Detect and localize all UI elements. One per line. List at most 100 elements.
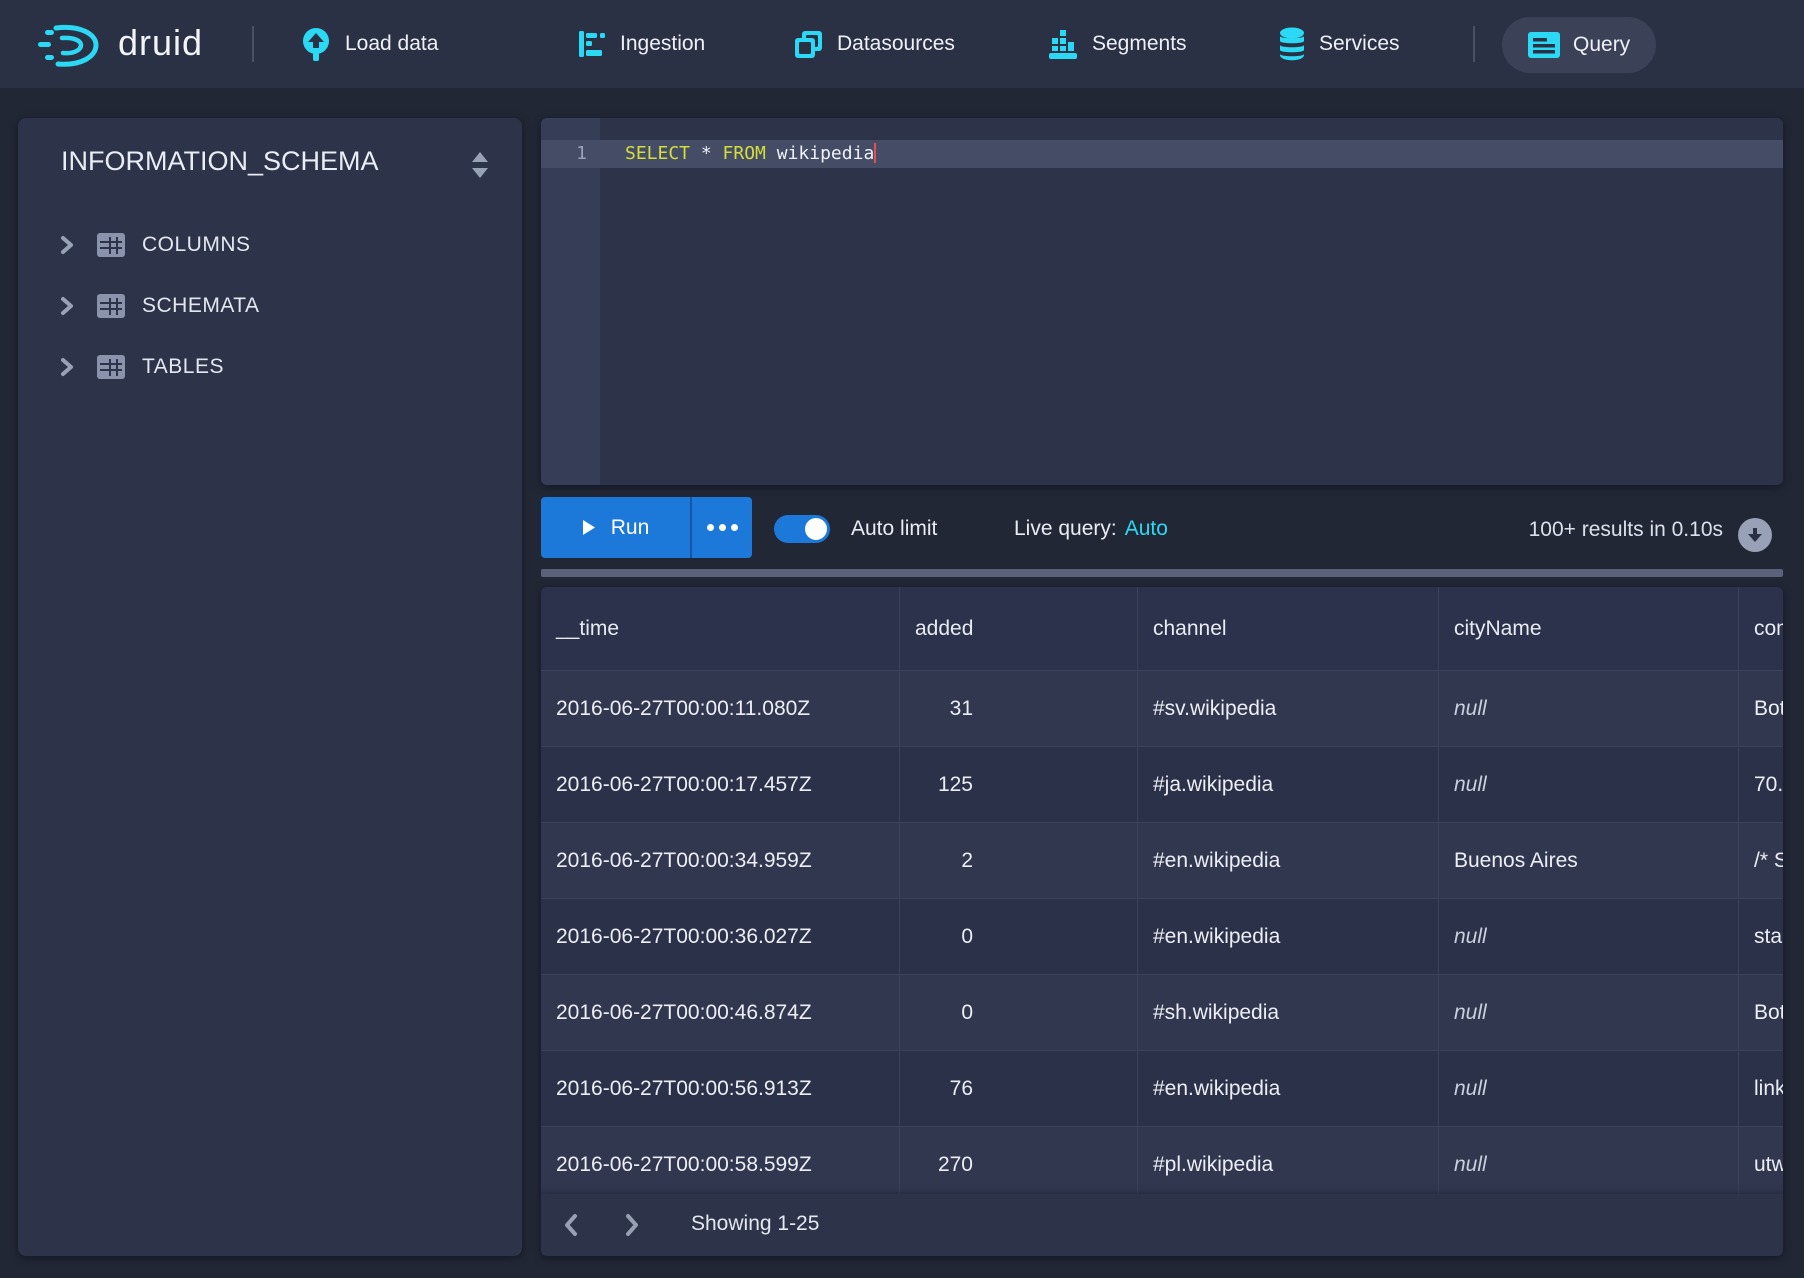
table-cell[interactable]: Bot bbox=[1739, 975, 1783, 1051]
resize-splitter[interactable] bbox=[541, 569, 1783, 577]
run-button[interactable]: Run bbox=[541, 497, 690, 558]
sql-keyword: SELECT bbox=[625, 143, 690, 164]
table-header-row: __timeaddedchannelcityNamecomment bbox=[541, 587, 1783, 671]
table-cell[interactable]: 2016-06-27T00:00:56.913Z bbox=[541, 1051, 900, 1127]
table-cell[interactable]: #en.wikipedia bbox=[1138, 1051, 1439, 1127]
chevron-right-icon bbox=[624, 1213, 640, 1237]
column-header-channel[interactable]: channel bbox=[1138, 587, 1439, 671]
table-cell[interactable]: 2016-06-27T00:00:36.027Z bbox=[541, 899, 900, 975]
table-cell[interactable]: 2016-06-27T00:00:46.874Z bbox=[541, 975, 900, 1051]
download-results-button[interactable] bbox=[1738, 518, 1772, 552]
table-cell[interactable]: /* S bbox=[1739, 823, 1783, 899]
segments-icon bbox=[1047, 28, 1079, 60]
table-cell[interactable]: 2016-06-27T00:00:11.080Z bbox=[541, 671, 900, 747]
results-info: 100+ results in 0.10s bbox=[1374, 518, 1723, 542]
table-cell[interactable]: null bbox=[1439, 747, 1739, 823]
datasources-icon bbox=[793, 29, 824, 60]
nav-item-label: Datasources bbox=[837, 32, 955, 56]
nav-item-ingestion[interactable]: Ingestion bbox=[577, 0, 705, 88]
table-cell[interactable]: #en.wikipedia bbox=[1138, 823, 1439, 899]
column-header-__time[interactable]: __time bbox=[541, 587, 900, 671]
next-page-button[interactable] bbox=[615, 1208, 649, 1242]
nav-item-label: Load data bbox=[345, 32, 438, 56]
table-cell[interactable]: Buenos Aires bbox=[1439, 823, 1739, 899]
tree-item-tables[interactable]: TABLES bbox=[18, 336, 522, 397]
chevron-right-icon[interactable] bbox=[59, 235, 75, 255]
chevron-left-icon bbox=[563, 1213, 579, 1237]
play-icon bbox=[582, 519, 596, 536]
table-cell[interactable]: 70.1 bbox=[1739, 747, 1783, 823]
nav-item-segments[interactable]: Segments bbox=[1047, 0, 1187, 88]
table-row: 2016-06-27T00:00:36.027Z0#en.wikipedianu… bbox=[541, 899, 1783, 975]
showing-label: Showing 1-25 bbox=[691, 1212, 819, 1236]
run-button-group: Run bbox=[541, 497, 752, 558]
ellipsis-icon bbox=[731, 524, 738, 531]
table-cell[interactable]: 125 bbox=[900, 747, 1138, 823]
ingestion-icon bbox=[577, 29, 607, 59]
live-query-label: Live query: bbox=[1014, 517, 1117, 540]
chevron-right-icon[interactable] bbox=[59, 357, 75, 377]
table-cell[interactable]: 2016-06-27T00:00:17.457Z bbox=[541, 747, 900, 823]
table-cell[interactable]: null bbox=[1439, 671, 1739, 747]
table-cell[interactable]: 76 bbox=[900, 1051, 1138, 1127]
table-cell[interactable]: 0 bbox=[900, 975, 1138, 1051]
table-cell[interactable]: 0 bbox=[900, 899, 1138, 975]
table-cell[interactable]: #sv.wikipedia bbox=[1138, 671, 1439, 747]
table-cell[interactable]: #pl.wikipedia bbox=[1138, 1127, 1439, 1203]
nav-separator bbox=[1473, 26, 1475, 62]
nav-item-services[interactable]: Services bbox=[1278, 0, 1400, 88]
schema-sidebar: INFORMATION_SCHEMA COLUMNS bbox=[18, 118, 522, 1256]
table-cell[interactable]: link bbox=[1739, 1051, 1783, 1127]
tree-item-label: COLUMNS bbox=[142, 233, 251, 257]
table-cell[interactable]: 270 bbox=[900, 1127, 1138, 1203]
table-cell[interactable]: #ja.wikipedia bbox=[1138, 747, 1439, 823]
chevron-right-icon[interactable] bbox=[59, 296, 75, 316]
table-cell[interactable]: 31 bbox=[900, 671, 1138, 747]
auto-limit-toggle[interactable] bbox=[774, 515, 830, 543]
services-icon bbox=[1278, 27, 1306, 61]
druid-logo-icon[interactable] bbox=[36, 21, 106, 69]
table-cell[interactable]: 2016-06-27T00:00:58.599Z bbox=[541, 1127, 900, 1203]
run-button-label: Run bbox=[611, 516, 650, 540]
sql-text: * bbox=[690, 143, 723, 164]
toggle-knob bbox=[805, 518, 827, 540]
table-icon bbox=[97, 355, 125, 379]
table-cell[interactable]: utw bbox=[1739, 1127, 1783, 1203]
table-cell[interactable]: 2 bbox=[900, 823, 1138, 899]
live-query-value[interactable]: Auto bbox=[1125, 517, 1168, 540]
column-header-cityName[interactable]: cityName bbox=[1439, 587, 1739, 671]
table-cell[interactable]: null bbox=[1439, 1051, 1739, 1127]
sql-editor[interactable]: 1 SELECT * FROM wikipedia bbox=[541, 118, 1783, 485]
tree-item-schemata[interactable]: SCHEMATA bbox=[18, 275, 522, 336]
results-table: __timeaddedchannelcityNamecomment 2016-0… bbox=[541, 587, 1783, 1256]
table-cell[interactable]: sta bbox=[1739, 899, 1783, 975]
druid-logo-text[interactable]: druid bbox=[118, 22, 203, 64]
tree-item-label: TABLES bbox=[142, 355, 224, 379]
table-cell[interactable]: #en.wikipedia bbox=[1138, 899, 1439, 975]
table-cell[interactable]: null bbox=[1439, 899, 1739, 975]
nav-item-load-data[interactable]: Load data bbox=[300, 0, 438, 88]
top-nav: druid Load data Ingestion Datasources bbox=[0, 0, 1804, 88]
double-caret-vertical-icon bbox=[470, 151, 490, 179]
table-cell[interactable]: #sh.wikipedia bbox=[1138, 975, 1439, 1051]
schema-selector[interactable]: INFORMATION_SCHEMA bbox=[18, 146, 522, 190]
editor-line-number: 1 bbox=[541, 140, 600, 168]
sql-code-line[interactable]: SELECT * FROM wikipedia bbox=[625, 140, 876, 168]
table-cell[interactable]: 2016-06-27T00:00:34.959Z bbox=[541, 823, 900, 899]
table-cell[interactable]: null bbox=[1439, 975, 1739, 1051]
column-header-added[interactable]: added bbox=[900, 587, 1138, 671]
table-cell[interactable]: null bbox=[1439, 1127, 1739, 1203]
previous-page-button[interactable] bbox=[554, 1208, 588, 1242]
schema-tree: COLUMNS SCHEMATA TABLES bbox=[18, 214, 522, 397]
nav-item-label: Segments bbox=[1092, 32, 1187, 56]
nav-item-query[interactable]: Query bbox=[1502, 17, 1656, 73]
nav-item-datasources[interactable]: Datasources bbox=[793, 0, 955, 88]
tree-item-label: SCHEMATA bbox=[142, 294, 260, 318]
nav-item-label: Services bbox=[1319, 32, 1400, 56]
editor-gutter bbox=[541, 118, 600, 485]
table-cell[interactable]: Bot bbox=[1739, 671, 1783, 747]
table-icon bbox=[97, 294, 125, 318]
column-header-comment[interactable]: comment bbox=[1739, 587, 1783, 671]
tree-item-columns[interactable]: COLUMNS bbox=[18, 214, 522, 275]
run-more-button[interactable] bbox=[692, 497, 752, 558]
